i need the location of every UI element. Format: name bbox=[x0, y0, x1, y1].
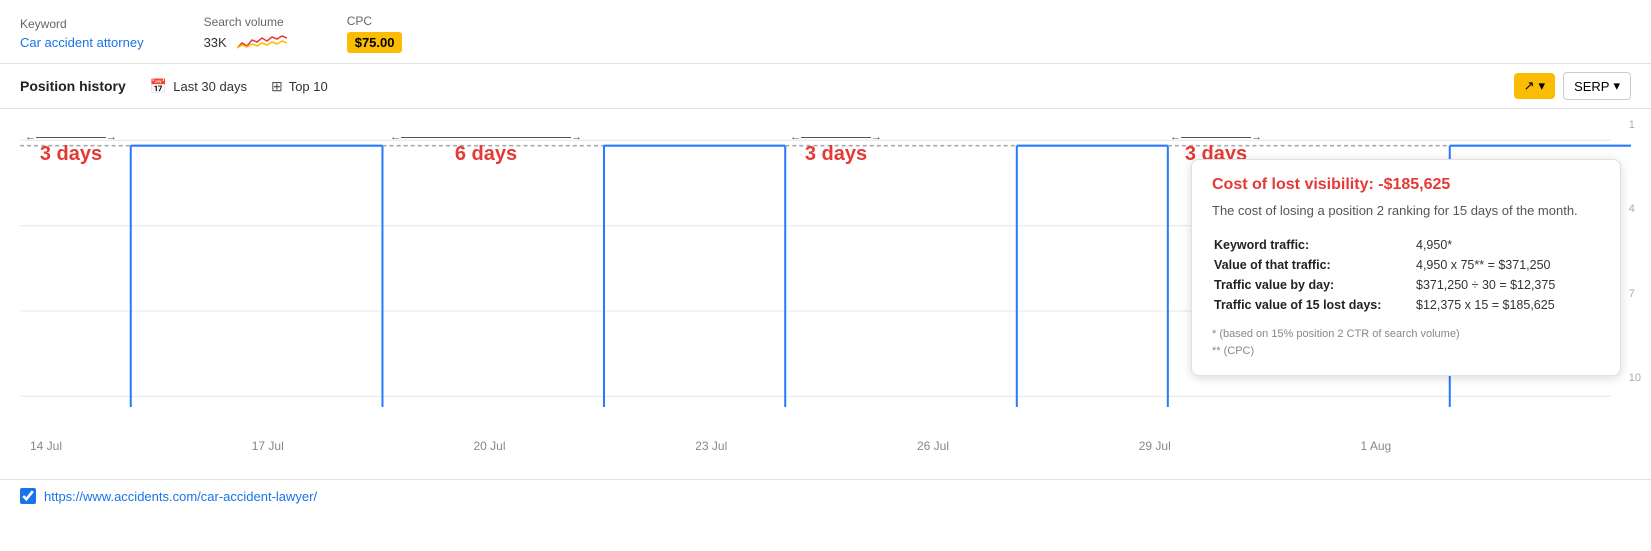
tooltip-title-value: -$185,625 bbox=[1378, 176, 1450, 193]
search-volume-col: Search volume 33K bbox=[204, 15, 287, 53]
x-label-4: 26 Jul bbox=[917, 439, 949, 453]
tooltip-title-static: Cost of lost visibility: bbox=[1212, 176, 1378, 193]
keyword-value: Car accident attorney bbox=[20, 35, 144, 50]
search-volume-label: Search volume bbox=[204, 15, 287, 29]
cpc-col: CPC $75.00 bbox=[347, 14, 403, 53]
y-label-7: 7 bbox=[1629, 288, 1641, 300]
grid-icon: ⊞ bbox=[271, 78, 283, 95]
serp-chevron: ▾ bbox=[1613, 78, 1620, 94]
toolbar-row: Position history 📅 Last 30 days ⊞ Top 10… bbox=[0, 64, 1651, 109]
row-label-0: Keyword traffic: bbox=[1214, 236, 1414, 254]
duration-1: ← → 3 days bbox=[25, 131, 117, 166]
x-label-spacer bbox=[1581, 439, 1621, 453]
cpc-badge: $75.00 bbox=[347, 32, 403, 53]
footnote-2: ** (CPC) bbox=[1212, 343, 1600, 360]
x-axis-labels: 14 Jul 17 Jul 20 Jul 23 Jul 26 Jul 29 Ju… bbox=[20, 439, 1631, 453]
url-row: https://www.accidents.com/car-accident-l… bbox=[0, 479, 1651, 512]
url-text: https://www.accidents.com/car-accident-l… bbox=[44, 489, 317, 504]
search-volume-value: 33K bbox=[204, 35, 227, 50]
keyword-col: Keyword Car accident attorney bbox=[20, 17, 144, 50]
serp-label: SERP bbox=[1574, 79, 1609, 94]
search-volume-value-row: 33K bbox=[204, 33, 287, 53]
y-label-10: 10 bbox=[1629, 372, 1641, 384]
serp-button[interactable]: SERP ▾ bbox=[1563, 72, 1631, 100]
position-history-label: Position history bbox=[20, 78, 126, 94]
table-row: Traffic value of 15 lost days: $12,375 x… bbox=[1214, 296, 1598, 314]
duration-3: ← → 3 days bbox=[790, 131, 882, 166]
tooltip-subtitle: The cost of losing a position 2 ranking … bbox=[1212, 202, 1600, 220]
chart-area: 14 Jul 17 Jul 20 Jul 23 Jul 26 Jul 29 Ju… bbox=[0, 109, 1651, 479]
tooltip-box: Cost of lost visibility: -$185,625 The c… bbox=[1191, 159, 1621, 376]
x-label-1: 17 Jul bbox=[252, 439, 284, 453]
footnote-1: * (based on 15% position 2 CTR of search… bbox=[1212, 326, 1600, 343]
table-row: Keyword traffic: 4,950* bbox=[1214, 236, 1598, 254]
top-10-label: Top 10 bbox=[289, 79, 328, 94]
tooltip-footnotes: * (based on 15% position 2 CTR of search… bbox=[1212, 326, 1600, 359]
cpc-label: CPC bbox=[347, 14, 403, 28]
tooltip-table: Keyword traffic: 4,950* Value of that tr… bbox=[1212, 234, 1600, 316]
row-label-1: Value of that traffic: bbox=[1214, 256, 1414, 274]
last-30-days-item[interactable]: 📅 Last 30 days bbox=[150, 78, 247, 95]
x-label-0: 14 Jul bbox=[30, 439, 62, 453]
calendar-icon: 📅 bbox=[150, 78, 167, 95]
duration-label-2: 6 days bbox=[455, 143, 517, 166]
url-checkbox[interactable] bbox=[20, 488, 36, 504]
y-axis-labels: 1 4 7 10 bbox=[1629, 119, 1641, 384]
table-row: Traffic value by day: $371,250 ÷ 30 = $1… bbox=[1214, 276, 1598, 294]
row-label-3: Traffic value of 15 lost days: bbox=[1214, 296, 1414, 314]
x-label-2: 20 Jul bbox=[474, 439, 506, 453]
top-10-item[interactable]: ⊞ Top 10 bbox=[271, 78, 328, 95]
row-value-0: 4,950* bbox=[1416, 236, 1598, 254]
chart-icon: ↗ bbox=[1524, 78, 1535, 94]
chart-view-button[interactable]: ↗ ▾ bbox=[1514, 73, 1555, 99]
duration-label-3: 3 days bbox=[805, 143, 867, 166]
keyword-label: Keyword bbox=[20, 17, 144, 31]
last-30-days-label: Last 30 days bbox=[173, 79, 247, 94]
row-value-1: 4,950 x 75** = $371,250 bbox=[1416, 256, 1598, 274]
y-label-4: 4 bbox=[1629, 203, 1641, 215]
row-label-2: Traffic value by day: bbox=[1214, 276, 1414, 294]
tooltip-title: Cost of lost visibility: -$185,625 bbox=[1212, 176, 1600, 194]
sparkline-icon bbox=[237, 33, 287, 53]
row-value-2: $371,250 ÷ 30 = $12,375 bbox=[1416, 276, 1598, 294]
x-label-5: 29 Jul bbox=[1139, 439, 1171, 453]
y-label-1: 1 bbox=[1629, 119, 1641, 131]
duration-label-1: 3 days bbox=[40, 143, 102, 166]
toolbar-right: ↗ ▾ SERP ▾ bbox=[1514, 72, 1631, 100]
duration-2: ← → 6 days bbox=[390, 131, 582, 166]
chart-btn-chevron: ▾ bbox=[1539, 78, 1546, 94]
table-row: Value of that traffic: 4,950 x 75** = $3… bbox=[1214, 256, 1598, 274]
x-label-3: 23 Jul bbox=[695, 439, 727, 453]
row-value-3: $12,375 x 15 = $185,625 bbox=[1416, 296, 1598, 314]
x-label-6: 1 Aug bbox=[1361, 439, 1392, 453]
keyword-row: Keyword Car accident attorney Search vol… bbox=[0, 0, 1651, 64]
